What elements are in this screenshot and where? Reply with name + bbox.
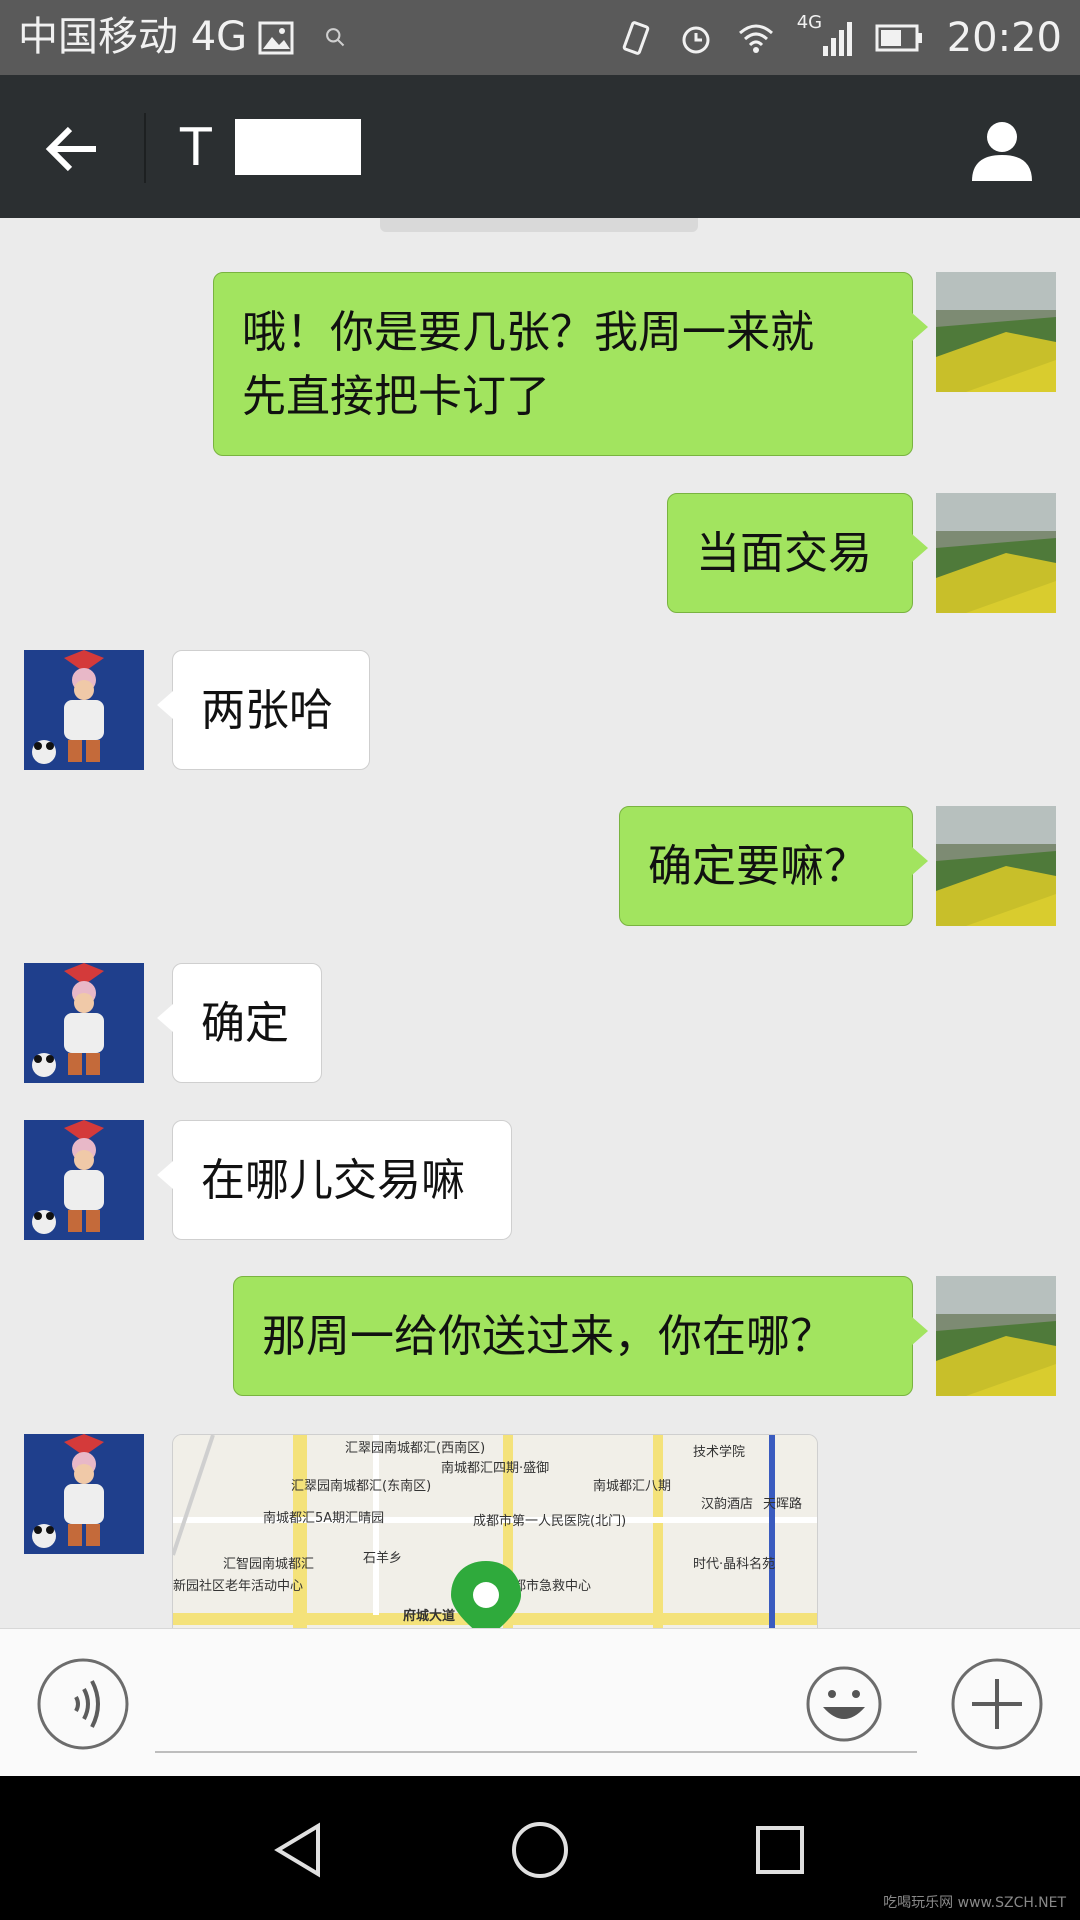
signal-icon: 4G [797, 12, 853, 60]
network-label: 4G [796, 11, 823, 33]
chat-history[interactable]: 哦！你是要几张？我周一来就 先直接把卡订了 当面交易 两张哈 确定要嘛？ 确定 … [0, 218, 1080, 1628]
carrier-label: 中国移动 4G [18, 14, 248, 60]
avatar-peer[interactable] [24, 1434, 144, 1554]
avatar-me[interactable] [936, 272, 1056, 392]
message-bubble-outgoing[interactable]: 那周一给你送过来，你在哪？ [233, 1276, 928, 1396]
message-line: 哦！你是要几张？我周一来就 [242, 307, 814, 358]
message-line: 在哪儿交易嘛 [201, 1155, 465, 1206]
person-icon[interactable] [968, 115, 1036, 183]
message-row: 在哪儿交易嘛 [0, 1120, 1080, 1245]
field-avatar-image [936, 1276, 1056, 1396]
message-line: 确定要嘛？ [648, 841, 868, 892]
message-line: 那周一给你送过来，你在哪？ [262, 1311, 834, 1362]
plus-icon[interactable] [950, 1657, 1044, 1751]
wifi-icon [738, 24, 773, 53]
chat-header: T [0, 75, 1080, 218]
map-label: 南城都汇5A期汇晴园 [263, 1511, 385, 1526]
map-label: 天晖路 [763, 1497, 803, 1512]
message-bubble-outgoing[interactable]: 当面交易 [667, 493, 928, 613]
message-row: 当面交易 [0, 493, 1080, 618]
message-line: 确定 [201, 998, 289, 1049]
arrow-left-icon[interactable] [40, 117, 104, 181]
avatar-peer[interactable] [24, 650, 144, 770]
message-line: 两张哈 [201, 685, 333, 736]
map-label: 汇智园南城都汇 [223, 1557, 315, 1572]
watermark: 吃喝玩乐网 www.SZCH.NET [883, 1895, 1066, 1911]
map-label: 南城都汇八期 [593, 1479, 672, 1494]
message-bubble-incoming[interactable]: 确定 [157, 963, 322, 1083]
message-input[interactable] [155, 1657, 917, 1753]
field-avatar-image [936, 493, 1056, 613]
home-circle-icon[interactable] [510, 1820, 570, 1880]
clock: 20:20 [946, 14, 1062, 61]
system-nav-bar: 吃喝玩乐网 www.SZCH.NET [0, 1776, 1080, 1920]
avatar-me[interactable] [936, 493, 1056, 613]
map-label: 新园社区老年活动中心 [173, 1579, 304, 1594]
baby-avatar-image [24, 650, 144, 770]
search-icon [326, 27, 345, 46]
map-label: 府城大道 [403, 1609, 456, 1624]
header-divider [144, 113, 146, 183]
map-label: 石羊乡 [363, 1551, 403, 1566]
back-triangle-icon[interactable] [270, 1820, 330, 1880]
map-label: 时代·晶科名苑 [693, 1557, 776, 1572]
timestamp-pill [380, 218, 698, 232]
message-row: 两张哈 [0, 650, 1080, 775]
baby-avatar-image [24, 1120, 144, 1240]
field-avatar-image [936, 806, 1056, 926]
message-bubble-outgoing[interactable]: 哦！你是要几张？我周一来就 先直接把卡订了 [213, 272, 928, 456]
location-message-map[interactable]: 汇翠园南城都汇(西南区) 南城都汇四期·盛御 南城都汇八期 汉韵酒店 技术学院 … [172, 1434, 818, 1628]
emoji-icon[interactable] [805, 1665, 883, 1743]
input-bar [0, 1628, 1080, 1777]
redaction-box [235, 119, 361, 175]
location-pin-icon [451, 1561, 521, 1628]
map-label: 成都市第一人民医院(北门) [473, 1514, 627, 1529]
map-label: 南城都汇四期·盛御 [441, 1461, 550, 1476]
chat-title: T [180, 118, 212, 178]
vibrate-icon [622, 20, 649, 55]
map-label: 汇翠园南城都汇(东南区) [291, 1479, 432, 1494]
baby-avatar-image [24, 963, 144, 1083]
avatar-me[interactable] [936, 1276, 1056, 1396]
message-line: 先直接把卡订了 [242, 371, 550, 422]
message-row: 那周一给你送过来，你在哪？ [0, 1276, 1080, 1401]
message-row: 确定 [0, 963, 1080, 1088]
battery-icon [875, 24, 922, 51]
avatar-me[interactable] [936, 806, 1056, 926]
avatar-peer[interactable] [24, 963, 144, 1083]
recents-square-icon[interactable] [750, 1820, 810, 1880]
alarm-icon [682, 26, 710, 53]
message-bubble-outgoing[interactable]: 确定要嘛？ [619, 806, 928, 926]
message-bubble-incoming[interactable]: 在哪儿交易嘛 [157, 1120, 512, 1240]
message-row: 哦！你是要几张？我周一来就 先直接把卡订了 [0, 272, 1080, 462]
map-label: 汇翠园南城都汇(西南区) [345, 1441, 486, 1456]
status-bar: 中国移动 4G 4G 20:20 [0, 0, 1080, 75]
baby-avatar-image [24, 1434, 144, 1554]
map-label: 技术学院 [693, 1445, 746, 1460]
message-bubble-incoming[interactable]: 两张哈 [157, 650, 370, 770]
field-avatar-image [936, 272, 1056, 392]
status-left: 中国移动 4G [18, 10, 349, 65]
message-row: 汇翠园南城都汇(西南区) 南城都汇四期·盛御 南城都汇八期 汉韵酒店 技术学院 … [0, 1434, 1080, 1628]
map-label: 汉韵酒店 [701, 1497, 754, 1512]
status-right: 4G 20:20 [617, 10, 1062, 65]
message-row: 确定要嘛？ [0, 806, 1080, 931]
map-label: 都市急救中心 [513, 1579, 592, 1594]
image-icon [258, 21, 294, 54]
message-line: 当面交易 [696, 528, 872, 579]
avatar-peer[interactable] [24, 1120, 144, 1240]
voice-icon[interactable] [36, 1657, 130, 1751]
